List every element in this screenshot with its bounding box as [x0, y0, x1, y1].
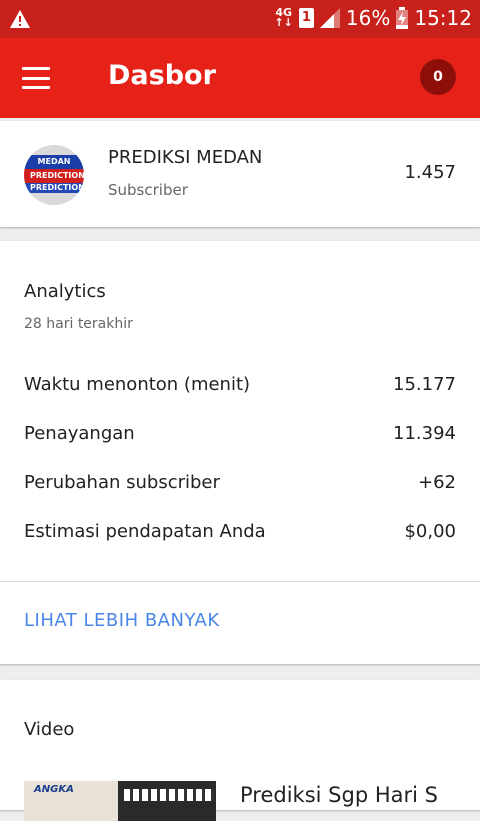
metric-label: Perubahan subscriber: [24, 471, 220, 493]
channel-name: PREDIKSI MEDAN: [108, 147, 263, 168]
metric-label: Estimasi pendapatan Anda: [24, 520, 266, 542]
subscriber-count: 1.457: [404, 162, 456, 183]
see-more-link[interactable]: LIHAT LEBIH BANYAK: [24, 610, 220, 631]
metric-views: Penayangan 11.394: [24, 418, 456, 448]
network-type-icon: 4G ↑↓: [274, 6, 293, 29]
analytics-period: 28 hari terakhir: [24, 316, 133, 332]
divider: [0, 581, 480, 582]
video-thumbnail[interactable]: ANGKA: [24, 781, 216, 821]
page-title: Dasbor: [108, 60, 216, 91]
metric-value: +62: [418, 471, 456, 493]
video-heading: Video: [24, 719, 75, 740]
video-title[interactable]: Prediksi Sgp Hari S: [240, 783, 438, 807]
metric-value: 11.394: [393, 422, 456, 444]
analytics-card: Analytics 28 hari terakhir Waktu menonto…: [0, 241, 480, 664]
battery-charging-icon: [396, 7, 409, 29]
warning-icon: [10, 10, 30, 28]
metric-label: Waktu menonton (menit): [24, 373, 251, 395]
metric-label: Penayangan: [24, 422, 135, 444]
metric-subscriber-change: Perubahan subscriber +62: [24, 467, 456, 497]
subscriber-label: Subscriber: [108, 181, 188, 199]
channel-avatar: MEDAN PREDICTION PREDICTION: [24, 145, 84, 205]
menu-icon[interactable]: [22, 67, 50, 89]
signal-icon: [319, 8, 340, 28]
app-bar: Dasbor 0: [0, 38, 480, 118]
video-card: Video ANGKA Prediksi Sgp Hari S: [0, 680, 480, 821]
analytics-title: Analytics: [24, 281, 106, 302]
channel-card[interactable]: MEDAN PREDICTION PREDICTION PREDIKSI MED…: [0, 121, 480, 227]
metric-value: $0,00: [404, 520, 456, 542]
metric-value: 15.177: [393, 373, 456, 395]
status-bar: 4G ↑↓ 1 16% 15:12: [0, 0, 480, 38]
clock: 15:12: [414, 6, 472, 30]
metric-watch-time: Waktu menonton (menit) 15.177: [24, 369, 456, 399]
metric-estimated-revenue: Estimasi pendapatan Anda $0,00: [24, 516, 456, 546]
sim-slot-icon: 1: [298, 8, 314, 28]
notification-badge[interactable]: 0: [420, 59, 456, 95]
battery-percent: 16%: [345, 6, 391, 30]
